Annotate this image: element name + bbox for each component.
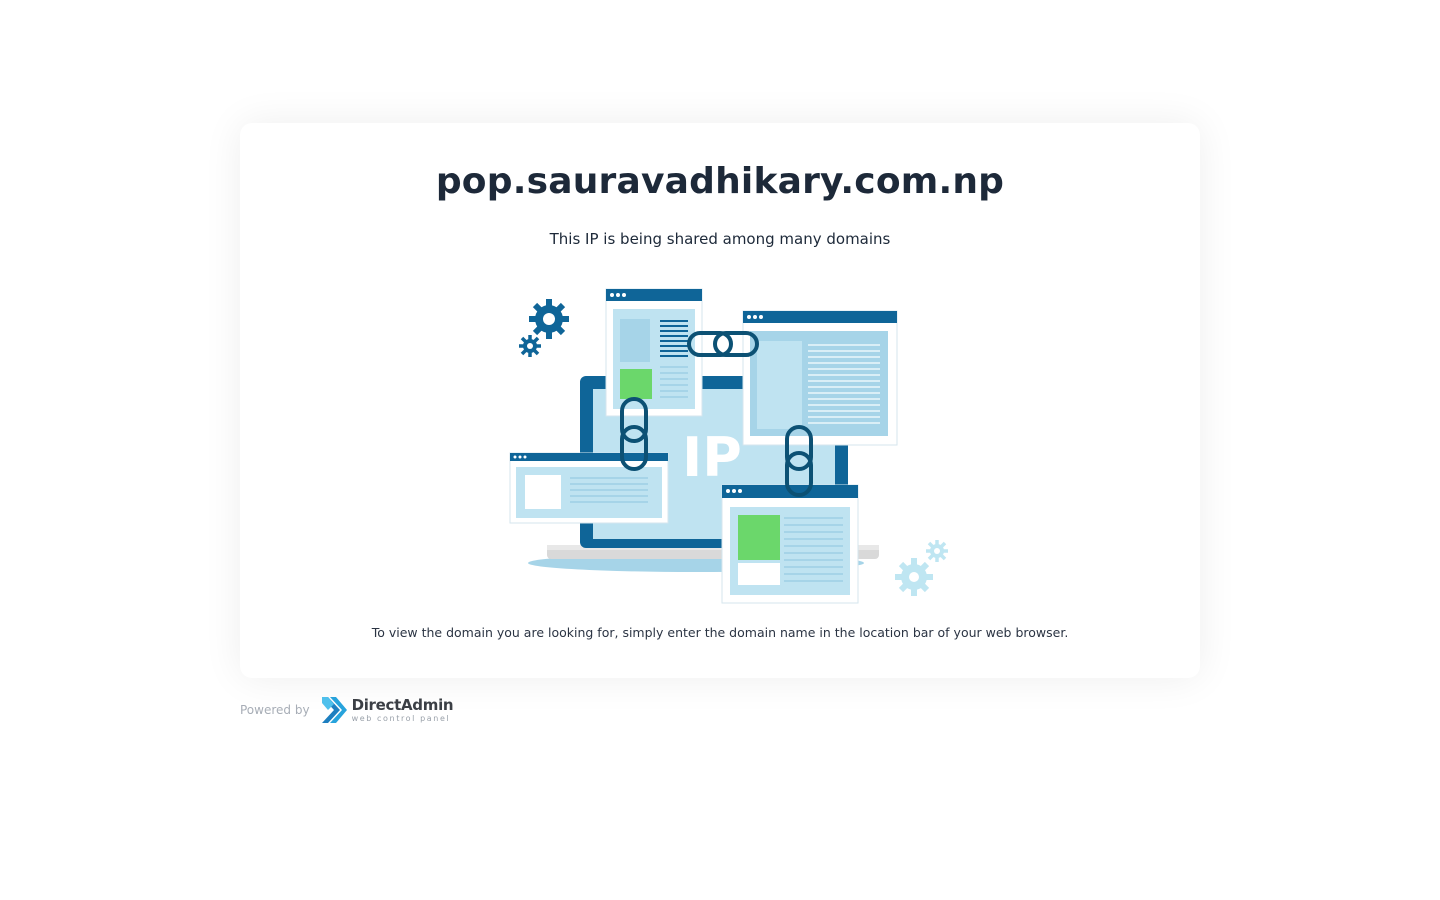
browser-window [742,310,898,446]
subtitle: This IP is being shared among many domai… [549,230,891,248]
gear-icon [519,335,541,357]
brand-tagline: web control panel [351,713,451,723]
ip-label: IP [682,426,742,489]
footer: Powered by DirectAdmin web control panel [240,695,454,725]
shared-ip-illustration: IP [509,288,948,604]
browser-window [721,484,859,604]
hint-text: To view the domain you are looking for, … [371,625,1069,640]
gear-icon [926,540,948,562]
domain-title: pop.sauravadhikary.com.np [435,161,1005,202]
gear-icon [529,299,569,339]
gear-icon [895,558,933,596]
directadmin-logo-icon [321,697,347,723]
browser-window [605,288,703,417]
brand-name: DirectAdmin [351,695,454,714]
powered-by-label: Powered by [240,703,310,717]
info-card: pop.sauravadhikary.com.np This IP is bei… [240,123,1200,678]
directadmin-logo[interactable]: DirectAdmin web control panel [320,695,454,725]
